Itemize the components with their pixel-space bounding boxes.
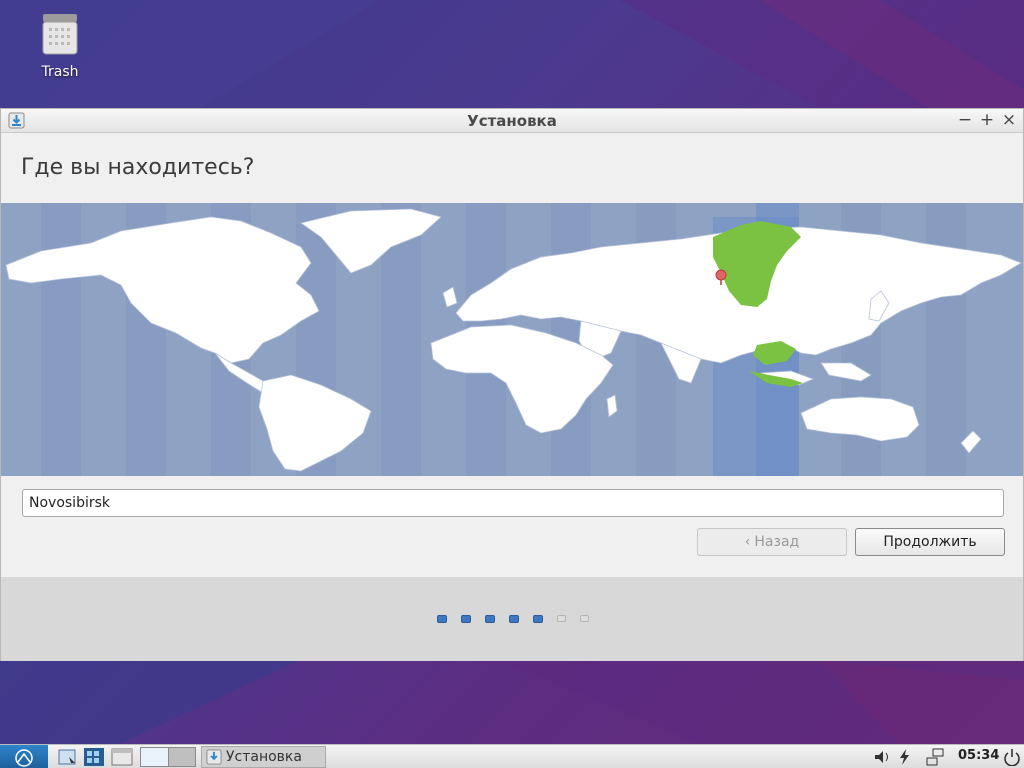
taskbar: Установка 05:34 xyxy=(0,744,1024,768)
city-input[interactable] xyxy=(22,489,1004,517)
window-title: Установка xyxy=(467,112,557,130)
lubuntu-logo-icon xyxy=(15,749,33,767)
close-button[interactable]: × xyxy=(1001,110,1017,130)
installer-window: Установка − + × Где вы находитесь? Novos… xyxy=(0,108,1024,661)
desktop-icon-label: Trash xyxy=(41,64,79,80)
page-title: Где вы находитесь? xyxy=(21,155,255,180)
back-button[interactable]: ‹ Назад xyxy=(697,528,847,556)
window-titlebar[interactable]: Установка − + × xyxy=(1,109,1023,133)
step-dot xyxy=(580,615,589,622)
taskbar-task-installer[interactable]: Установка xyxy=(201,746,326,768)
landmass-south-america xyxy=(258,374,372,472)
chevron-left-icon: ‹ xyxy=(744,534,751,550)
step-indicator xyxy=(437,615,589,623)
power-button-icon[interactable] xyxy=(1002,748,1022,766)
file-manager-icon[interactable] xyxy=(83,747,105,767)
step-dot xyxy=(461,615,471,623)
power-status-icon[interactable] xyxy=(895,748,915,766)
progress-footer xyxy=(1,577,1023,661)
start-menu-button[interactable] xyxy=(0,745,48,768)
continue-button[interactable]: Продолжить xyxy=(855,528,1005,556)
network-icon[interactable] xyxy=(925,748,945,766)
workspace-switcher[interactable] xyxy=(140,747,196,767)
world-map xyxy=(5,203,1022,476)
step-dot xyxy=(557,615,566,622)
desktop-icon-trash[interactable]: Trash xyxy=(20,8,100,80)
continue-button-label: Продолжить xyxy=(883,534,977,550)
workspace-1[interactable] xyxy=(141,748,169,766)
landmass-australia xyxy=(800,396,920,442)
minimize-button[interactable]: − xyxy=(957,110,973,130)
back-button-label: Назад xyxy=(754,534,800,550)
timezone-map[interactable] xyxy=(1,203,1023,476)
terminal-icon[interactable] xyxy=(111,747,133,767)
clock[interactable]: 05:34 xyxy=(958,748,999,763)
volume-icon[interactable] xyxy=(873,748,893,766)
trash-icon xyxy=(42,14,78,55)
installer-icon xyxy=(206,749,222,765)
task-label: Установка xyxy=(226,749,302,765)
step-dot xyxy=(437,615,447,623)
step-dot xyxy=(533,615,543,623)
show-desktop-icon[interactable] xyxy=(57,747,79,767)
maximize-button[interactable]: + xyxy=(979,110,995,130)
step-dot xyxy=(509,615,519,623)
step-dot xyxy=(485,615,495,623)
